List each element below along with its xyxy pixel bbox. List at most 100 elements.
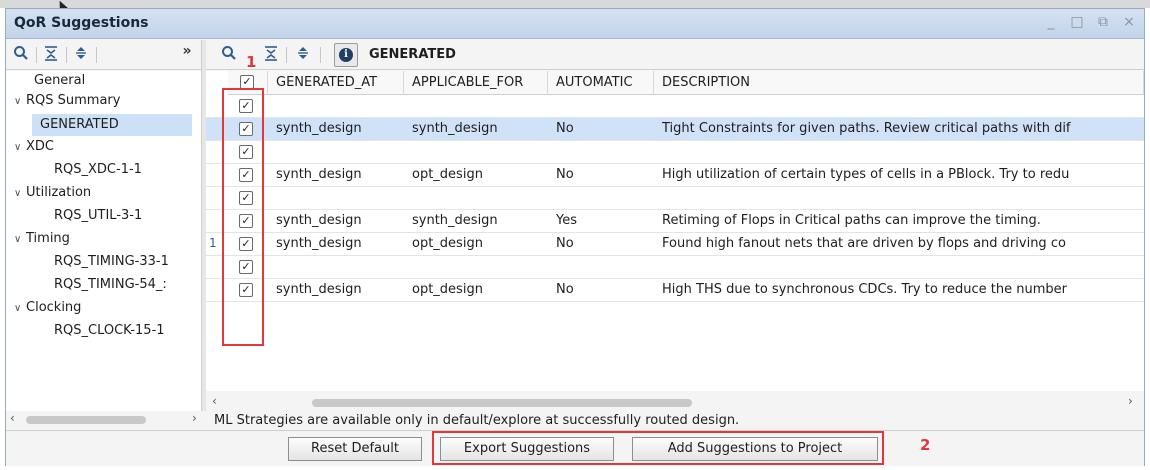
chevron-down-icon[interactable]: ∨	[14, 96, 26, 107]
cell-description: Found high fanout nets that are driven b…	[662, 236, 1066, 251]
cell-automatic: No	[556, 236, 574, 251]
table-row[interactable]: ✓	[206, 256, 1144, 279]
cell-applicable-for: synth_design	[412, 121, 498, 136]
status-message: ML Strategies are available only in defa…	[214, 413, 740, 428]
cell-description: Tight Constraints for given paths. Revie…	[662, 121, 1071, 136]
suggestions-table: ✓ GENERATED_AT APPLICABLE_FOR AUTOMATIC …	[206, 71, 1144, 391]
column-header-checkbox[interactable]: ✓	[228, 71, 268, 95]
expand-all-icon[interactable]	[294, 45, 312, 63]
left-toolbar: »	[6, 40, 201, 70]
tree-item-utilization[interactable]: ∨ Utilization	[14, 185, 91, 200]
chevron-down-icon[interactable]: ∨	[14, 303, 26, 314]
annotation-marker-2: 2	[920, 436, 931, 454]
toolbar-category-label: GENERATED	[369, 47, 456, 62]
row-checkbox[interactable]: ✓	[239, 191, 253, 205]
cell-description: High THS due to synchronous CDCs. Try to…	[662, 282, 1067, 297]
scroll-left-icon[interactable]: ‹	[212, 394, 217, 408]
cell-applicable-for: opt_design	[412, 282, 483, 297]
qor-suggestions-window: QoR Suggestions _ □ ⧉ × » i GENERATED Ge…	[5, 8, 1145, 466]
tree-horizontal-scrollbar[interactable]: ‹ ›	[6, 411, 206, 429]
row-checkbox[interactable]: ✓	[239, 99, 253, 113]
tree-item-rqs-timing-54[interactable]: RQS_TIMING-54_:	[54, 277, 167, 292]
scrollbar-thumb[interactable]	[26, 416, 146, 424]
right-toolbar: i GENERATED	[206, 40, 1144, 70]
cell-generated-at: synth_design	[276, 282, 362, 297]
expand-all-icon[interactable]	[72, 45, 90, 63]
toolbar-separator	[36, 47, 37, 63]
window-title: QoR Suggestions	[14, 15, 149, 31]
cell-automatic: No	[556, 282, 574, 297]
table-row[interactable]: ✓ synth_design opt_design No High THS du…	[206, 279, 1144, 302]
reset-default-button[interactable]: Reset Default	[288, 437, 422, 461]
row-checkbox[interactable]: ✓	[239, 168, 253, 182]
float-icon[interactable]: ⧉	[1096, 14, 1110, 30]
collapse-all-icon[interactable]	[262, 45, 280, 63]
export-suggestions-button[interactable]: Export Suggestions	[440, 437, 614, 461]
button-bar: Reset Default Export Suggestions Add Sug…	[6, 430, 1144, 466]
row-checkbox[interactable]: ✓	[239, 237, 253, 251]
table-row[interactable]: ✓ synth_design synth_design No Tight Con…	[206, 118, 1144, 141]
table-horizontal-scrollbar[interactable]: ‹ ›	[206, 394, 1144, 412]
tree-item-rqs-timing-33[interactable]: RQS_TIMING-33-1	[54, 254, 169, 269]
cell-automatic: Yes	[556, 213, 577, 228]
tree-item-rqs-clock[interactable]: RQS_CLOCK-15-1	[54, 323, 165, 338]
window-controls: _ □ ⧉ ×	[1044, 14, 1136, 30]
toolbar-separator	[286, 47, 287, 63]
cell-applicable-for: opt_design	[412, 167, 483, 182]
tree-item-xdc[interactable]: ∨ XDC	[14, 139, 54, 154]
toolbar-separator	[320, 47, 321, 63]
row-checkbox[interactable]: ✓	[239, 260, 253, 274]
minimize-icon[interactable]: _	[1044, 14, 1058, 30]
close-icon[interactable]: ×	[1122, 14, 1136, 30]
column-header-generated-at[interactable]: GENERATED_AT	[268, 71, 404, 95]
scroll-left-icon[interactable]: ‹	[10, 411, 15, 425]
tree-item-generated[interactable]: GENERATED	[32, 114, 192, 136]
cell-generated-at: synth_design	[276, 167, 362, 182]
collapse-all-icon[interactable]	[42, 45, 60, 63]
search-icon[interactable]	[220, 45, 238, 63]
tree-item-rqs-summary[interactable]: ∨ RQS Summary	[14, 93, 120, 108]
cell-applicable-for: opt_design	[412, 236, 483, 251]
table-row[interactable]: ✓	[206, 95, 1144, 118]
chevron-down-icon[interactable]: ∨	[14, 234, 26, 245]
scroll-right-icon[interactable]: ›	[192, 411, 197, 425]
overflow-icon[interactable]: »	[178, 42, 196, 60]
top-strip	[0, 0, 1150, 8]
table-row[interactable]: ✓ synth_design synth_design Yes Retiming…	[206, 210, 1144, 233]
cell-generated-at: synth_design	[276, 236, 362, 251]
cell-automatic: No	[556, 167, 574, 182]
add-suggestions-to-project-button[interactable]: Add Suggestions to Project	[632, 437, 878, 461]
cell-automatic: No	[556, 121, 574, 136]
tree-item-clocking[interactable]: ∨ Clocking	[14, 300, 81, 315]
tree-item-timing[interactable]: ∨ Timing	[14, 231, 70, 246]
maximize-icon[interactable]: □	[1070, 14, 1084, 30]
row-checkbox[interactable]: ✓	[239, 283, 253, 297]
tree-item-rqs-util[interactable]: RQS_UTIL-3-1	[54, 208, 142, 223]
row-checkbox[interactable]: ✓	[239, 145, 253, 159]
cell-applicable-for: synth_design	[412, 213, 498, 228]
info-icon: i	[339, 48, 353, 62]
chevron-down-icon[interactable]: ∨	[14, 188, 26, 199]
column-header-automatic[interactable]: AUTOMATIC	[548, 71, 654, 95]
chevron-down-icon[interactable]: ∨	[14, 142, 26, 153]
title-bar: QoR Suggestions _ □ ⧉ ×	[6, 9, 1144, 39]
row-checkbox[interactable]: ✓	[239, 122, 253, 136]
search-icon[interactable]	[12, 45, 30, 63]
tree-item-rqs-xdc[interactable]: RQS_XDC-1-1	[54, 162, 142, 177]
table-row[interactable]: ✓	[206, 187, 1144, 210]
table-row[interactable]: ✓ synth_design opt_design No High utiliz…	[206, 164, 1144, 187]
scrollbar-thumb[interactable]	[312, 399, 692, 407]
cell-generated-at: synth_design	[276, 121, 362, 136]
table-row[interactable]: ✓	[206, 141, 1144, 164]
annotation-marker-1: 1	[246, 53, 257, 71]
info-button[interactable]: i	[334, 43, 358, 67]
cell-description: Retiming of Flops in Critical paths can …	[662, 213, 1041, 228]
column-header-description[interactable]: DESCRIPTION	[654, 71, 1144, 95]
suggestion-tree: General ∨ RQS Summary GENERATED ∨ XDC RQS_…	[6, 71, 201, 411]
table-row[interactable]: 1 ✓ synth_design opt_design No Found hig…	[206, 233, 1144, 256]
column-header-applicable-for[interactable]: APPLICABLE_FOR	[404, 71, 548, 95]
tree-item-general[interactable]: General	[34, 73, 85, 88]
checkbox-icon[interactable]: ✓	[240, 75, 254, 89]
row-checkbox[interactable]: ✓	[239, 214, 253, 228]
scroll-right-icon[interactable]: ›	[1128, 394, 1133, 408]
